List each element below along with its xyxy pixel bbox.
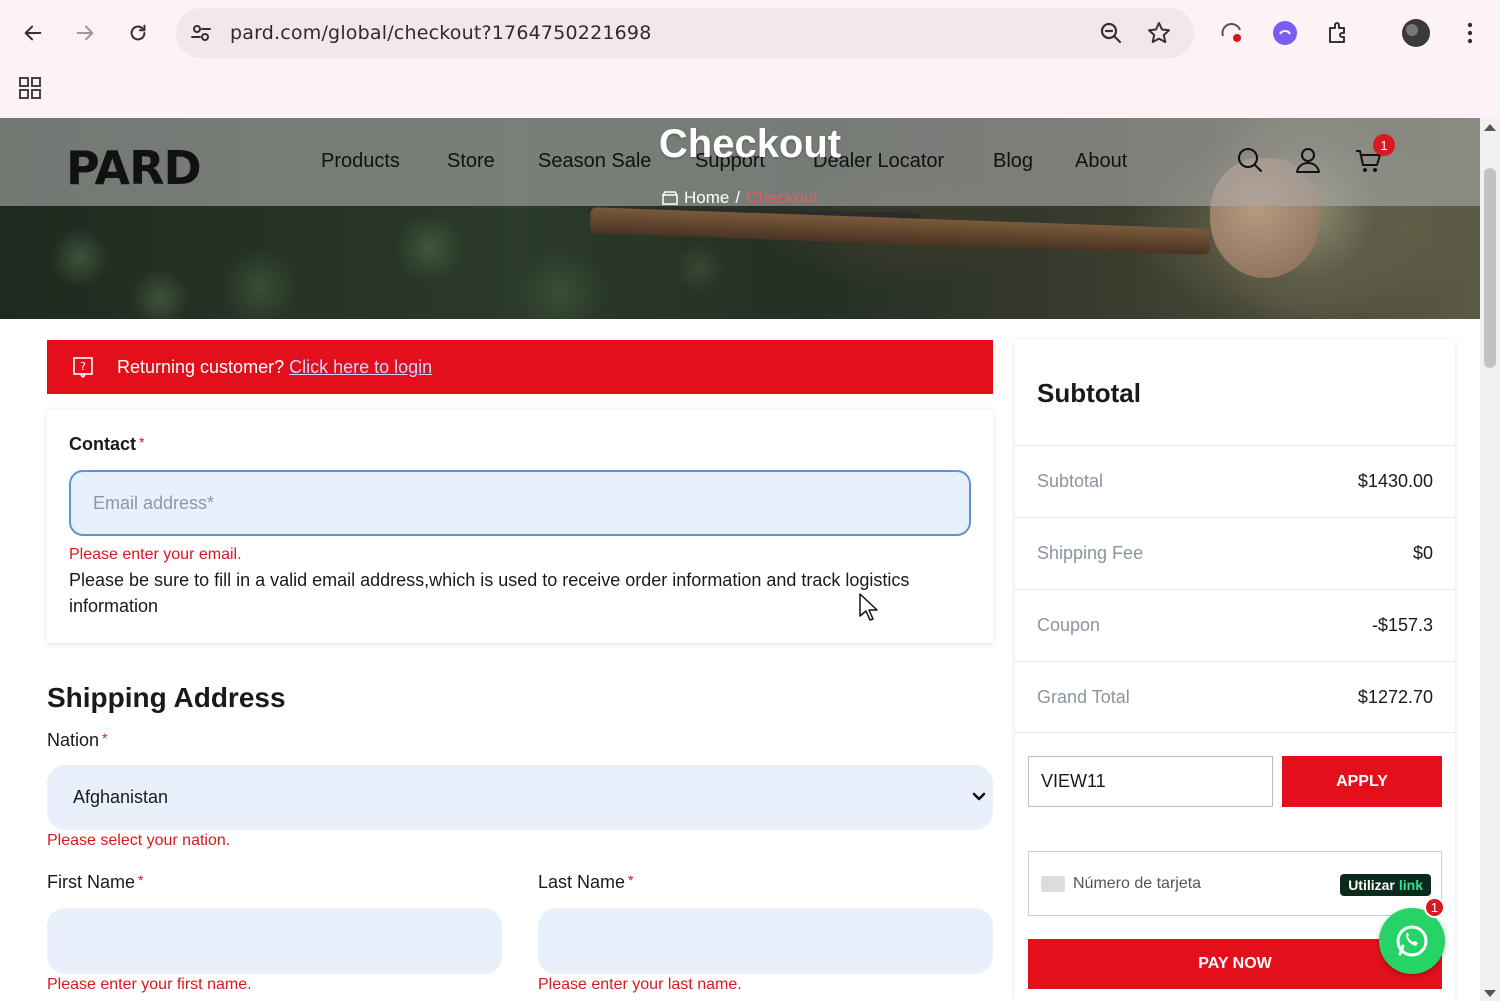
url-text: pard.com/global/checkout?1764750221698 bbox=[230, 22, 652, 44]
required-asterisk: * bbox=[138, 872, 144, 888]
last-name-error: Please enter your last name. bbox=[538, 976, 742, 993]
summary-label: Coupon bbox=[1037, 615, 1101, 635]
returning-customer-banner: ? Returning customer? Click here to logi… bbox=[47, 340, 993, 394]
card-number-placeholder: Número de tarjeta bbox=[1073, 874, 1202, 892]
required-asterisk: * bbox=[102, 730, 108, 746]
last-name-label-wrap: Last Name * bbox=[538, 872, 634, 893]
apps-grid-icon[interactable] bbox=[18, 76, 42, 100]
summary-label: Shipping Fee bbox=[1037, 543, 1144, 563]
extension-purple-icon[interactable] bbox=[1270, 18, 1300, 48]
summary-row-shipping-fee: Shipping Fee $0 bbox=[1015, 517, 1455, 589]
email-field[interactable] bbox=[69, 470, 971, 536]
first-name-error: Please enter your first name. bbox=[47, 976, 252, 993]
arrow-right-icon bbox=[76, 25, 94, 41]
contact-label: Contact bbox=[69, 434, 136, 454]
breadcrumb-separator: / bbox=[735, 188, 741, 207]
address-bar[interactable]: pard.com/global/checkout?1764750221698 bbox=[176, 8, 1194, 58]
apply-coupon-button[interactable]: APPLY bbox=[1282, 756, 1442, 807]
shipping-address-title: Shipping Address bbox=[47, 682, 286, 713]
card-number-field[interactable]: Número de tarjeta Utilizar link bbox=[1028, 851, 1442, 916]
use-link-button[interactable]: Utilizar link bbox=[1340, 874, 1431, 896]
last-name-label: Last Name bbox=[538, 872, 626, 892]
nation-select[interactable]: Afghanistan bbox=[47, 765, 993, 830]
chevron-down-icon bbox=[972, 792, 986, 801]
coupon-code-field[interactable] bbox=[1028, 756, 1273, 807]
summary-label: Grand Total bbox=[1037, 686, 1130, 707]
summary-row-grand-total: Grand Total $1272.70 bbox=[1015, 661, 1455, 733]
nation-selected-value: Afghanistan bbox=[73, 787, 169, 807]
nation-label-wrap: Nation * bbox=[47, 730, 107, 751]
page-scrollbar[interactable] bbox=[1480, 118, 1500, 1001]
whatsapp-notification-badge: 1 bbox=[1424, 897, 1445, 918]
credit-card-icon bbox=[1041, 875, 1065, 892]
forward-button[interactable] bbox=[66, 14, 104, 52]
whatsapp-icon bbox=[1396, 925, 1428, 957]
page-title: Checkout bbox=[658, 122, 842, 166]
first-name-label: First Name bbox=[47, 872, 136, 892]
zoom-icon[interactable] bbox=[1098, 20, 1124, 46]
login-link[interactable]: Click here to login bbox=[289, 357, 432, 377]
bookmark-star-icon[interactable] bbox=[1146, 20, 1172, 46]
reload-button[interactable] bbox=[119, 14, 157, 52]
required-asterisk: * bbox=[139, 434, 145, 450]
browser-menu-icon[interactable] bbox=[1455, 18, 1485, 48]
email-error: Please enter your email. bbox=[69, 546, 242, 563]
scrollbar-thumb[interactable] bbox=[1484, 168, 1496, 368]
breadcrumb-home[interactable]: Home bbox=[684, 188, 729, 208]
returning-customer-text: Returning customer? bbox=[117, 356, 285, 377]
scroll-up-arrow-icon[interactable] bbox=[1484, 124, 1496, 131]
link-pill-prefix: Utilizar bbox=[1348, 877, 1395, 893]
summary-value: $0 bbox=[1412, 543, 1433, 563]
question-icon: ? bbox=[73, 357, 93, 379]
summary-value: -$157.3 bbox=[1371, 615, 1433, 635]
svg-text:?: ? bbox=[80, 360, 86, 373]
cart-count-badge: 1 bbox=[1373, 134, 1395, 156]
summary-value: $1272.70 bbox=[1357, 686, 1433, 707]
summary-value: $1430.00 bbox=[1357, 471, 1433, 491]
breadcrumb-current: Checkout bbox=[746, 188, 818, 207]
last-name-field[interactable] bbox=[538, 908, 993, 974]
arrow-left-icon bbox=[24, 25, 42, 41]
summary-row-coupon: Coupon -$157.3 bbox=[1015, 589, 1455, 661]
summary-label: Subtotal bbox=[1037, 471, 1104, 491]
summary-row-subtotal: Subtotal $1430.00 bbox=[1015, 445, 1455, 517]
extension-sync-icon[interactable] bbox=[1217, 18, 1247, 48]
first-name-label-wrap: First Name * bbox=[47, 872, 143, 893]
reload-icon bbox=[130, 24, 146, 41]
summary-title: Subtotal bbox=[1037, 378, 1141, 408]
extensions-puzzle-icon[interactable] bbox=[1323, 18, 1353, 48]
user-icon[interactable] bbox=[1294, 146, 1322, 174]
nation-error: Please select your nation. bbox=[47, 832, 231, 849]
browser-chrome: pard.com/global/checkout?1764750221698 bbox=[0, 0, 1500, 118]
link-brand-logo: link bbox=[1398, 877, 1423, 893]
back-button[interactable] bbox=[14, 14, 52, 52]
site-settings-icon[interactable] bbox=[188, 20, 214, 46]
required-asterisk: * bbox=[628, 872, 634, 888]
search-icon[interactable] bbox=[1236, 146, 1264, 174]
contact-card: Contact* Please enter your email. Please… bbox=[47, 410, 993, 643]
store-icon bbox=[662, 191, 678, 205]
profile-avatar[interactable] bbox=[1401, 18, 1431, 48]
breadcrumb: Home / Checkout bbox=[662, 188, 818, 208]
mouse-cursor-icon bbox=[859, 593, 878, 621]
scroll-down-arrow-icon[interactable] bbox=[1484, 990, 1496, 997]
email-help-text: Please be sure to fill in a valid email … bbox=[69, 570, 910, 616]
nation-label: Nation bbox=[47, 730, 100, 750]
first-name-field[interactable] bbox=[47, 908, 502, 974]
